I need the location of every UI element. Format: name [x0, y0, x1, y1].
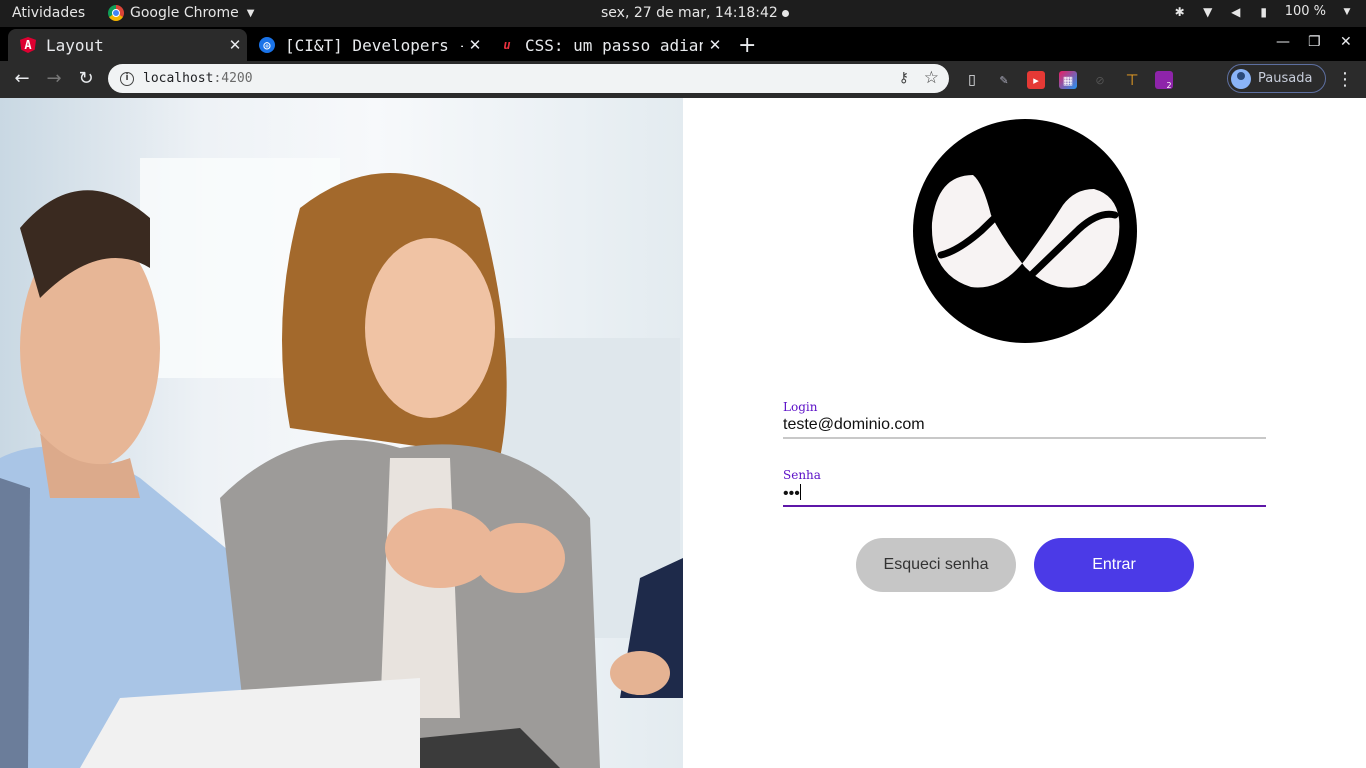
text-caret — [799, 484, 801, 500]
app-logo — [913, 119, 1137, 343]
page-content: Login teste@dominio.com Senha ••• Esquec… — [0, 98, 1366, 768]
close-tab-icon[interactable]: ✕ — [703, 36, 727, 54]
url-host: localhost — [143, 71, 214, 86]
extension-badge-count: 2 — [1166, 80, 1172, 90]
close-tab-icon[interactable]: ✕ — [223, 36, 247, 54]
notification-dot-icon — [781, 9, 789, 17]
enter-button[interactable]: Entrar — [1034, 538, 1194, 592]
power-menu-chevron-icon: ▼ — [1343, 6, 1351, 17]
battery-icon: ▮ — [1260, 4, 1267, 19]
tab-layout[interactable]: A Layout ✕ — [8, 29, 247, 61]
minimize-icon[interactable]: — — [1276, 34, 1290, 50]
forward-arrow-icon[interactable]: → — [42, 67, 66, 91]
ruler-extension-icon[interactable]: ⊤ — [1123, 71, 1141, 89]
volume-icon: ◀ — [1231, 4, 1241, 19]
close-tab-icon[interactable]: ✕ — [463, 36, 487, 54]
bookmark-star-icon[interactable]: ☆ — [924, 68, 939, 88]
reload-icon[interactable]: ↻ — [74, 67, 98, 91]
tab-cit-developers[interactable]: ◎ [CI&T] Developers - ✕ — [247, 29, 487, 61]
grid-extension-icon[interactable]: ▦ — [1059, 71, 1077, 89]
password-underline — [783, 505, 1266, 507]
alura-icon: u — [503, 38, 511, 52]
tab-css-alura[interactable]: u CSS: um passo adian ✕ — [487, 29, 727, 61]
angular-icon: A — [20, 37, 36, 53]
login-label: Login — [783, 400, 818, 414]
cit-icon: ◎ — [259, 37, 275, 53]
profile-label: Pausada — [1258, 71, 1313, 86]
url-text: localhost:4200 — [143, 71, 253, 86]
system-top-bar: Atividades Google Chrome ▼ sex, 27 de ma… — [0, 0, 1366, 27]
profile-button[interactable]: Pausada — [1227, 64, 1326, 93]
hero-photo — [0, 98, 683, 768]
restore-icon[interactable]: ❐ — [1308, 34, 1321, 50]
new-tab-button[interactable]: + — [738, 33, 756, 58]
clock-text: sex, 27 de mar, 14:18:42 — [601, 5, 778, 21]
badge-extension-icon[interactable]: 2 — [1155, 71, 1173, 90]
forgot-password-button[interactable]: Esqueci senha — [856, 538, 1016, 592]
password-input[interactable]: ••• — [783, 482, 1266, 505]
tab-title: [CI&T] Developers - — [285, 35, 463, 55]
bluetooth-icon: ✱ — [1174, 4, 1185, 19]
office-meeting-illustration — [0, 158, 683, 768]
key-icon[interactable]: ⚷ — [899, 70, 909, 86]
activities-button[interactable]: Atividades — [12, 5, 85, 21]
password-label: Senha — [783, 468, 821, 482]
login-field[interactable]: Login teste@dominio.com — [783, 400, 1266, 439]
info-icon[interactable]: i — [120, 71, 134, 86]
password-mask: ••• — [783, 485, 800, 502]
device-mode-icon[interactable]: ▯ — [963, 71, 981, 89]
video-extension-icon[interactable]: ▸ — [1027, 71, 1045, 89]
app-name: Google Chrome — [130, 5, 239, 21]
browser-toolbar: ← → ↻ i localhost:4200 ⚷ ☆ ▯ ✎ ▸ ▦ ⊘ ⊤ 2… — [0, 61, 1366, 98]
clock[interactable]: sex, 27 de mar, 14:18:42 — [601, 5, 789, 21]
system-tray[interactable]: ✱ ▼ ◀ ▮ 100 % ▼ — [1173, 4, 1354, 19]
password-field[interactable]: Senha ••• — [783, 468, 1266, 507]
chrome-icon — [108, 5, 124, 21]
address-bar[interactable]: i localhost:4200 ⚷ ☆ — [108, 64, 949, 93]
close-window-icon[interactable]: ✕ — [1340, 34, 1352, 50]
app-menu[interactable]: Google Chrome ▼ — [108, 5, 254, 21]
tab-strip: A Layout ✕ ◎ [CI&T] Developers - ✕ u CSS… — [0, 27, 1366, 61]
tab-title: Layout — [46, 35, 104, 55]
login-input[interactable]: teste@dominio.com — [783, 414, 1266, 437]
battery-percent: 100 % — [1284, 4, 1326, 19]
pencil-extension-icon[interactable]: ✎ — [995, 71, 1013, 89]
url-port: :4200 — [213, 71, 253, 86]
tab-title: CSS: um passo adian — [525, 35, 703, 55]
login-underline — [783, 437, 1266, 439]
back-arrow-icon[interactable]: ← — [10, 67, 34, 91]
wifi-icon: ▼ — [1203, 4, 1213, 19]
avatar — [1231, 68, 1251, 89]
link-extension-icon[interactable]: ⊘ — [1091, 71, 1109, 89]
chevron-down-icon: ▼ — [246, 7, 255, 19]
more-menu-icon[interactable]: ⋮ — [1336, 69, 1354, 90]
